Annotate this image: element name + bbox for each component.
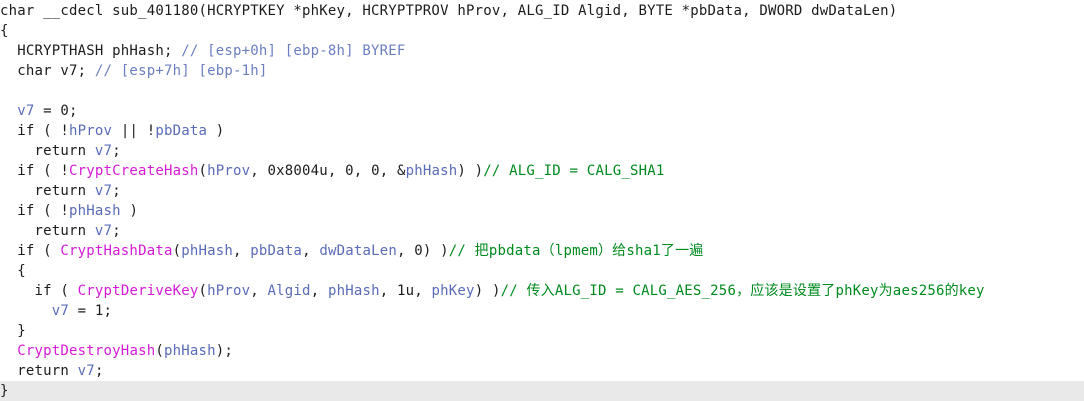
code-token: phHash [69, 203, 121, 219]
code-token: CryptDestroyHash [17, 343, 156, 359]
code-token: = 0; [34, 103, 78, 119]
code-token: char v7; [0, 63, 95, 79]
code-line[interactable]: v7 = 0; [0, 101, 1084, 121]
code-line[interactable]: char __cdecl sub_401180(HCRYPTKEY *phKey… [0, 1, 1084, 21]
code-token: return [0, 183, 95, 199]
code-token: pbData [155, 123, 208, 139]
code-token: if ( ! [0, 203, 70, 219]
code-token: if ( [0, 283, 78, 299]
code-token: phHash [405, 163, 458, 179]
code-line[interactable]: return v7; [0, 141, 1084, 161]
code-token: // ALG_ID = CALG_SHA1 [483, 163, 665, 179]
code-token: CryptDeriveKey [77, 283, 199, 299]
code-token: { [0, 263, 26, 279]
code-token: if ( ! [0, 163, 70, 179]
code-line[interactable]: if ( !hProv || !pbData ) [0, 121, 1084, 141]
code-token: ); [215, 343, 234, 359]
code-line[interactable]: } [0, 381, 1084, 401]
code-token: CryptHashData [60, 243, 173, 259]
code-token: hProv [207, 163, 251, 179]
code-token: ; [112, 183, 121, 199]
code-token: ( [172, 243, 182, 259]
code-token: ( [198, 283, 208, 299]
code-line[interactable]: if ( CryptDeriveKey(hProv, Algid, phHash… [0, 281, 1084, 301]
code-token: HCRYPTHASH phHash; [0, 43, 182, 59]
code-line[interactable]: v7 = 1; [0, 301, 1084, 321]
pseudocode-view[interactable]: char __cdecl sub_401180(HCRYPTKEY *phKey… [0, 0, 1084, 401]
code-token: v7 [77, 363, 95, 379]
code-token: , [233, 243, 251, 259]
code-token: return [0, 363, 78, 379]
code-token: , [310, 283, 328, 299]
code-token: , [250, 283, 268, 299]
code-token: v7 [17, 103, 35, 119]
code-token: , 1u, [379, 283, 432, 299]
code-token: dwDataLen [319, 243, 397, 259]
code-line[interactable]: return v7; [0, 361, 1084, 381]
code-token: ; [94, 363, 104, 379]
code-token: hProv [69, 123, 113, 139]
code-token: , 0) ) [397, 243, 449, 259]
code-token: pbData [250, 243, 303, 259]
code-token: v7 [51, 303, 70, 319]
code-token: , [302, 243, 320, 259]
code-token: v7 [94, 223, 113, 239]
code-token: ( [155, 343, 164, 359]
code-line[interactable]: HCRYPTHASH phHash; // [esp+0h] [ebp-8h] … [0, 41, 1084, 61]
code-line[interactable]: } [0, 321, 1084, 341]
code-token: { [0, 23, 9, 39]
code-token: ) [120, 203, 139, 219]
code-line[interactable]: { [0, 21, 1084, 41]
code-token: ; [112, 223, 121, 239]
code-token: , 0x8004u, 0, 0, & [250, 163, 406, 179]
code-token: ( [198, 163, 208, 179]
code-line[interactable]: char v7; // [esp+7h] [ebp-1h] [0, 61, 1084, 81]
code-line[interactable]: CryptDestroyHash(phHash); [0, 341, 1084, 361]
code-line[interactable]: return v7; [0, 181, 1084, 201]
code-line[interactable]: return v7; [0, 221, 1084, 241]
code-token: // [esp+7h] [ebp-1h] [94, 63, 268, 79]
code-token: phKey [431, 283, 475, 299]
code-token: phHash [181, 243, 234, 259]
code-token: return [0, 223, 95, 239]
code-token: phHash [327, 283, 380, 299]
code-line[interactable]: if ( !CryptCreateHash(hProv, 0x8004u, 0,… [0, 161, 1084, 181]
code-token: // 把pbdata（lpmem）给sha1了一遍 [448, 243, 704, 259]
code-token: if ( [0, 243, 61, 259]
code-token: return [0, 143, 95, 159]
code-line[interactable]: if ( CryptHashData(phHash, pbData, dwDat… [0, 241, 1084, 261]
code-token: v7 [94, 183, 113, 199]
code-token: hProv [207, 283, 251, 299]
code-line[interactable] [0, 81, 1084, 101]
code-token: ) ) [457, 163, 484, 179]
code-token: } [0, 383, 9, 399]
code-line[interactable]: { [0, 261, 1084, 281]
code-token: || ! [112, 123, 156, 139]
code-token: v7 [94, 143, 113, 159]
code-token: } [0, 323, 26, 339]
code-token: ) ) [474, 283, 501, 299]
code-token: // 传入ALG_ID = CALG_AES_256，应该是设置了phKey为a… [500, 283, 985, 299]
code-token: CryptCreateHash [69, 163, 199, 179]
code-token: // [esp+0h] [ebp-8h] BYREF [181, 43, 406, 59]
code-line[interactable]: if ( !phHash ) [0, 201, 1084, 221]
code-token: = 1; [69, 303, 113, 319]
code-token: Algid [267, 283, 311, 299]
code-token: phHash [163, 343, 216, 359]
code-token: ) [207, 123, 225, 139]
code-token: if ( ! [0, 123, 70, 139]
code-token: char __cdecl sub_401180(HCRYPTKEY *phKey… [0, 3, 898, 19]
code-token: ; [112, 143, 121, 159]
